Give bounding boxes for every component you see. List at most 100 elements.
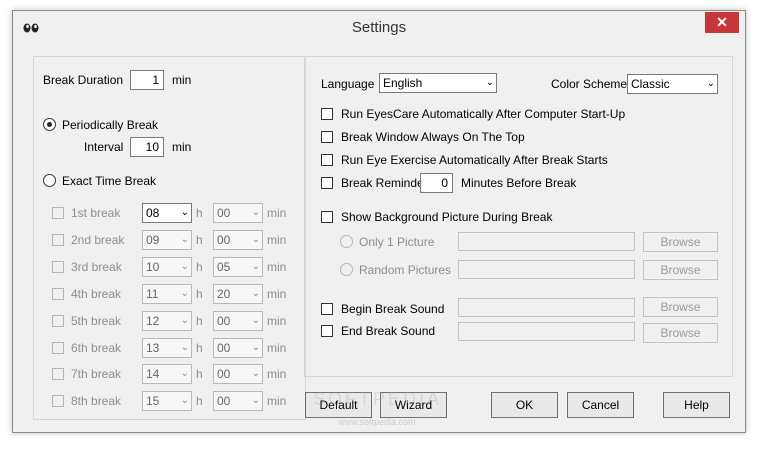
hour-unit: h [196,314,203,328]
break-row-checkbox[interactable] [52,368,64,380]
break-row-checkbox[interactable] [52,207,64,219]
break-duration-unit: min [172,73,192,87]
break-minute-select[interactable]: 20 ⌄ [213,284,263,304]
browse-folder-button[interactable]: Browse [643,260,718,280]
break-row-checkbox[interactable] [52,342,64,354]
break-row-label: 7th break [71,367,122,381]
color-scheme-value: Classic [631,77,670,91]
break-minute-select[interactable]: 00 ⌄ [213,364,263,384]
only-one-picture-label: Only 1 Picture [359,235,435,249]
break-minute-value: 00 [217,341,231,355]
random-folder-field[interactable] [458,260,635,279]
background-picture-checkbox[interactable] [321,211,333,223]
chevron-down-icon: ⌄ [180,234,189,245]
autostart-label: Run EyesCare Automatically After Compute… [341,107,626,121]
random-pictures-radio[interactable] [340,263,353,276]
chevron-down-icon: ⌄ [180,368,189,379]
chevron-down-icon: ⌄ [180,288,189,299]
break-minute-select[interactable]: 00 ⌄ [213,230,263,250]
begin-sound-checkbox[interactable] [321,303,333,315]
break-row-checkbox[interactable] [52,395,64,407]
language-select[interactable]: English ⌄ [379,73,497,93]
ok-button[interactable]: OK [491,392,558,418]
minute-unit: min [267,233,287,247]
background-picture-label: Show Background Picture During Break [341,210,553,224]
break-minute-select[interactable]: 05 ⌄ [213,257,263,277]
interval-label: Interval [84,140,124,154]
end-sound-checkbox[interactable] [321,325,333,337]
browse-end-sound-button[interactable]: Browse [643,323,718,343]
begin-sound-field[interactable] [458,298,635,317]
close-button[interactable]: ✕ [705,12,739,33]
reminder-suffix: Minutes Before Break [461,176,577,190]
break-hour-value: 09 [146,233,160,247]
minute-unit: min [267,287,287,301]
settings-window: Settings ✕ Break Duration 1 min Periodic… [12,10,746,433]
break-row-checkbox[interactable] [52,315,64,327]
chevron-down-icon: ⌄ [180,342,189,353]
hour-unit: h [196,367,203,381]
color-scheme-select[interactable]: Classic ⌄ [627,74,718,94]
chevron-down-icon: ⌄ [485,77,494,88]
help-button[interactable]: Help [663,392,730,418]
break-row-checkbox[interactable] [52,261,64,273]
break-row-checkbox[interactable] [52,288,64,300]
reminder-minutes-input[interactable]: 0 [420,173,453,193]
break-hour-value: 14 [146,367,160,381]
language-value: English [383,76,423,90]
break-minute-select[interactable]: 00 ⌄ [213,391,263,411]
end-sound-field[interactable] [458,322,635,341]
chevron-down-icon: ⌄ [251,288,260,299]
exact-time-radio[interactable] [43,174,56,187]
browse-begin-sound-button[interactable]: Browse [643,297,718,317]
hour-unit: h [196,394,203,408]
exercise-label: Run Eye Exercise Automatically After Bre… [341,153,608,167]
break-minute-select[interactable]: 00 ⌄ [213,338,263,358]
break-minute-select[interactable]: 00 ⌄ [213,203,263,223]
hour-unit: h [196,233,203,247]
break-row-label: 6th break [71,341,122,355]
break-hour-select[interactable]: 11 ⌄ [142,284,192,304]
title-bar: Settings ✕ [13,11,745,44]
break-row-checkbox[interactable] [52,234,64,246]
end-sound-label: End Break Sound [341,324,436,338]
periodic-break-label: Periodically Break [62,118,159,132]
break-hour-select[interactable]: 09 ⌄ [142,230,192,250]
break-row-label: 4th break [71,287,122,301]
chevron-down-icon: ⌄ [251,234,260,245]
break-minute-value: 05 [217,260,231,274]
break-hour-select[interactable]: 13 ⌄ [142,338,192,358]
break-hour-select[interactable]: 08 ⌄ [142,203,192,223]
autostart-checkbox[interactable] [321,108,333,120]
exact-time-label: Exact Time Break [62,174,157,188]
break-minute-value: 00 [217,394,231,408]
hour-unit: h [196,341,203,355]
break-hour-value: 08 [146,206,160,220]
chevron-down-icon: ⌄ [180,395,189,406]
break-hour-select[interactable]: 10 ⌄ [142,257,192,277]
ontop-label: Break Window Always On The Top [341,130,525,144]
chevron-down-icon: ⌄ [251,315,260,326]
browse-picture-button[interactable]: Browse [643,232,718,252]
break-duration-input[interactable]: 1 [130,70,164,90]
reminder-checkbox[interactable] [321,177,333,189]
break-hour-select[interactable]: 14 ⌄ [142,364,192,384]
cancel-button[interactable]: Cancel [567,392,634,418]
break-duration-label: Break Duration [43,73,124,87]
break-minute-select[interactable]: 00 ⌄ [213,311,263,331]
picture-path-field[interactable] [458,232,635,251]
break-hour-select[interactable]: 12 ⌄ [142,311,192,331]
random-pictures-label: Random Pictures [359,263,452,277]
chevron-down-icon: ⌄ [180,315,189,326]
exercise-checkbox[interactable] [321,154,333,166]
break-row-label: 3rd break [71,260,122,274]
ontop-checkbox[interactable] [321,131,333,143]
hour-unit: h [196,206,203,220]
interval-input[interactable]: 10 [130,137,164,157]
break-hour-select[interactable]: 15 ⌄ [142,391,192,411]
periodic-break-radio[interactable] [43,118,56,131]
chevron-down-icon: ⌄ [251,207,260,218]
only-one-picture-radio[interactable] [340,235,353,248]
color-scheme-label: Color Scheme [551,77,628,91]
chevron-down-icon: ⌄ [251,261,260,272]
